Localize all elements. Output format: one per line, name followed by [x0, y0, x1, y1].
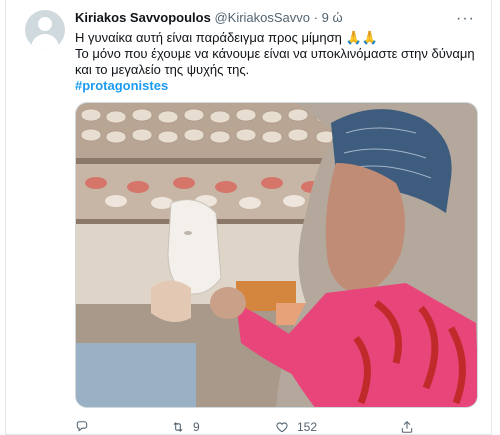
reply-bubble-icon [76, 421, 88, 432]
retweet-count: 9 [193, 420, 200, 434]
photo-illustration [76, 103, 477, 407]
tweet-header: Kiriakos Savvopoulos @KiriakosSavvo · 9 … [75, 10, 343, 25]
tweet-text-line2: Το μόνο που έχουμε να κάνουμε είναι να υ… [75, 46, 475, 77]
retweet-button[interactable]: 9 [171, 420, 200, 434]
reply-button[interactable] [75, 420, 97, 434]
tweet-text-line1: Η γυναίκα αυτή είναι παράδειγμα προς μίμ… [75, 30, 378, 45]
avatar[interactable] [25, 10, 65, 50]
tweet-card[interactable]: Kiriakos Savvopoulos @KiriakosSavvo · 9 … [5, 0, 492, 435]
tweet-actions: 9 152 [75, 420, 435, 434]
author-handle[interactable]: @KiriakosSavvo [214, 10, 310, 25]
separator-dot: · [313, 10, 318, 25]
tweet-time[interactable]: 9 ώ [322, 10, 343, 25]
like-count: 152 [297, 420, 318, 434]
tweet-text: Η γυναίκα αυτή είναι παράδειγμα προς μίμ… [75, 30, 475, 94]
tweet-photo[interactable] [75, 102, 478, 408]
retweet-icon [173, 422, 183, 432]
avatar-head-shape [38, 17, 52, 31]
author-name[interactable]: Kiriakos Savvopoulos [75, 10, 211, 25]
hashtag-link[interactable]: #protagonistes [75, 78, 168, 93]
heart-icon [276, 422, 288, 433]
more-dots-icon[interactable]: ··· [456, 10, 475, 28]
avatar-body-shape [31, 34, 59, 50]
like-button[interactable]: 152 [275, 420, 317, 434]
share-icon [401, 421, 413, 433]
share-button[interactable] [400, 420, 422, 434]
